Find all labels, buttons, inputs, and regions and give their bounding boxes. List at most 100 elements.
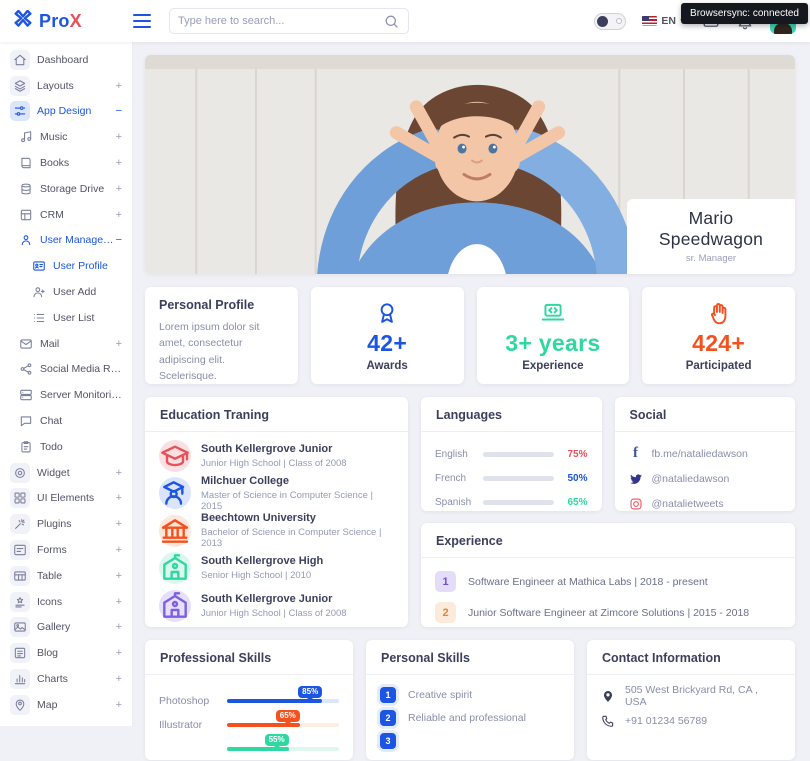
sidebar-item-books[interactable]: Books+ [0,150,132,176]
laptop-code-icon [540,300,566,326]
sidebar-item-crm[interactable]: CRM+ [0,202,132,228]
sidebar-item-dashboard[interactable]: Dashboard [0,47,132,73]
professional-skills-title: Professional Skills [145,640,353,675]
sidebar-item-user-add[interactable]: User Add [0,279,132,305]
toggle-light-knob [616,18,622,24]
language-row: French 50% [435,466,588,490]
sidebar-item-charts[interactable]: Charts+ [0,666,132,692]
ui-icon [10,488,30,508]
prox-logo-icon [12,10,34,32]
personal-skill-row: 1 Creative spirit [380,683,560,706]
profile-role: sr. Manager [635,253,787,264]
participated-value: 424+ [692,330,745,357]
skill-value-badge: 85% [298,686,322,698]
education-item: South Kellergrove JuniorJunior High Scho… [159,587,394,625]
sidebar-item-plugins[interactable]: Plugins+ [0,511,132,537]
sidebar-item-user-management[interactable]: User Management− [0,228,132,254]
social-card: Social f fb.me/nataliedawson @nataliedaw… [615,397,796,511]
sidebar-item-mail[interactable]: Mail+ [0,331,132,357]
social-link-instagram[interactable]: @natalietweets [629,491,782,516]
sidebar-item-user-profile[interactable]: User Profile [0,253,132,279]
grad-icon [159,477,191,509]
sidebar-item-table[interactable]: Table+ [0,563,132,589]
sidebar-nav: DashboardLayouts+App Design−Music+Books+… [0,42,133,726]
education-title: Education Traning [145,397,408,432]
sidebar-item-app-design[interactable]: App Design− [0,99,132,125]
languages-title: Languages [421,397,602,432]
progress-track [483,500,554,505]
experience-value: 3+ years [505,330,600,357]
profile-name: Mario Speedwagon [635,208,787,250]
social-link-facebook[interactable]: f fb.me/nataliedawson [629,441,782,466]
awards-label: Awards [366,360,407,372]
dark-mode-toggle[interactable] [594,13,626,30]
social-link-twitter[interactable]: @nataliedawson [629,466,782,491]
raised-hand-icon [706,300,732,326]
award-ribbon-icon [374,300,400,326]
sidebar-item-server-monitoring[interactable]: Server Monitoring [0,382,132,408]
awards-stat-card: 42+ Awards [311,287,464,384]
userm-icon [19,233,33,247]
sidebar-item-ui-elements[interactable]: UI Elements+ [0,486,132,512]
sidebar-item-storage-drive[interactable]: Storage Drive+ [0,176,132,202]
social-title: Social [615,397,796,432]
search-icon[interactable] [383,13,400,30]
ulist-icon [32,311,46,325]
education-list: South Kellergrove JuniorJunior High Scho… [145,432,408,630]
sidebar-item-layouts[interactable]: Layouts+ [0,73,132,99]
map-pin-icon [601,689,615,703]
skill-value-badge: 55% [265,734,289,746]
participated-stat-card: 424+ Participated [642,287,795,384]
search-input[interactable] [178,15,377,27]
phone-icon [601,714,615,728]
language-selector[interactable]: EN [642,15,686,27]
education-item: South Kellergrove JuniorJunior High Scho… [159,437,394,475]
sidebar-item-blog[interactable]: Blog+ [0,640,132,666]
school-icon [159,552,191,584]
sidebar-item-todo[interactable]: Todo [0,434,132,460]
sidebar-item-user-list[interactable]: User List [0,305,132,331]
social-list: f fb.me/nataliedawson @nataliedawson @na… [615,432,796,516]
personal-skills-title: Personal Skills [366,640,574,675]
sliders-icon [10,101,30,121]
skill-row: Photoshop 85% [159,689,339,713]
server-icon [19,388,33,402]
sidebar-item-map[interactable]: Map+ [0,692,132,718]
experience-number-badge: 1 [435,571,456,592]
experience-list: 1 Software Engineer at Mathica Labs | 20… [421,558,795,628]
us-flag-icon [642,16,657,26]
app-logo[interactable]: ProX [0,10,133,32]
crm-icon [19,208,33,222]
skill-number-badge: 2 [380,710,396,726]
cap-icon [159,440,191,472]
sidebar-toggle-button[interactable] [133,14,151,28]
sidebar-item-icons[interactable]: Icons+ [0,589,132,615]
stats-row: Personal Profile Lorem ipsum dolor sit a… [145,287,795,384]
main-content: Mario Speedwagon sr. Manager Personal Pr… [133,42,810,760]
participated-label: Participated [686,360,752,372]
facebook-icon: f [629,447,643,461]
experience-row: 2 Junior Software Engineer at Zimcore So… [435,597,781,628]
idcard-icon [32,259,46,273]
twitter-icon [629,472,643,486]
sidebar-item-chat[interactable]: Chat [0,408,132,434]
map-icon [10,695,30,715]
sidebar-item-gallery[interactable]: Gallery+ [0,615,132,641]
sidebar-item-social-media-reporting[interactable]: Social Media Reporting [0,357,132,383]
sidebar-item-widget[interactable]: Widget+ [0,460,132,486]
experience-card: Experience 1 Software Engineer at Mathic… [421,523,795,627]
language-row: Spanish 65% [435,490,588,514]
professional-skills-list: Photoshop 85% Illustrator 65% [145,675,353,761]
layout-icon [10,76,30,96]
sidebar-item-music[interactable]: Music+ [0,124,132,150]
contact-list: 505 West Brickyard Rd, CA , USA +91 0123… [587,675,795,733]
widget-icon [10,463,30,483]
iconsi-icon [10,592,30,612]
language-label: EN [661,15,676,27]
education-item: Beechtown UniversityBachelor of Science … [159,512,394,550]
sidebar-item-forms[interactable]: Forms+ [0,537,132,563]
table-icon [10,566,30,586]
personal-profile-title: Personal Profile [159,298,284,312]
skill-track: 85% [227,699,339,703]
skill-number-badge: 1 [380,687,396,703]
